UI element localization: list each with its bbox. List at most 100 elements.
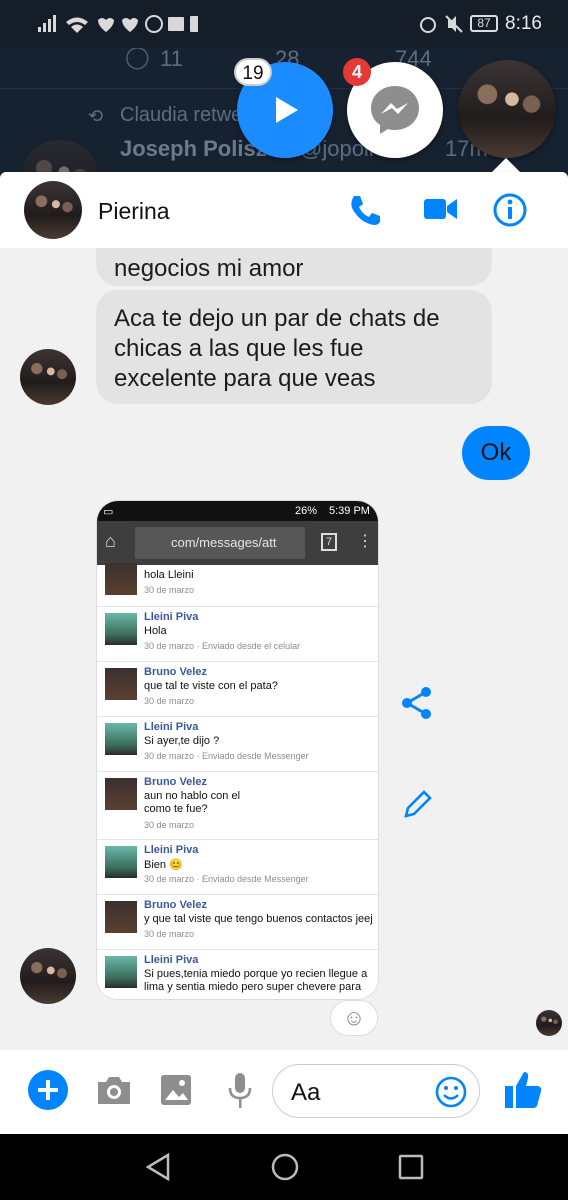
image-row-msg: aun no hablo con el bbox=[144, 790, 241, 802]
image-row-name: Bruno Velez bbox=[144, 776, 207, 788]
battery-icon: 87 bbox=[470, 15, 498, 32]
contact-avatar[interactable] bbox=[24, 181, 82, 239]
message-text: negocios mi amor bbox=[114, 255, 304, 282]
image-row: Bruno Velez que tal te viste con el pata?… bbox=[97, 662, 378, 717]
image-avatar bbox=[105, 563, 137, 595]
read-receipt-avatar bbox=[536, 1010, 562, 1036]
recents-icon[interactable] bbox=[398, 1154, 424, 1180]
clock: 8:16 bbox=[505, 13, 542, 34]
image-status-bar: ▭ 26% 5:39 PM bbox=[97, 501, 378, 521]
share-icon[interactable] bbox=[400, 686, 434, 720]
phone-icon[interactable] bbox=[346, 192, 382, 228]
image-row-name: Lleini Piva bbox=[144, 844, 199, 856]
image-row: Lleini Piva Si pues,tenia miedo porque yo… bbox=[97, 950, 378, 999]
image-row-msg: y que tal viste que tengo buenos contact… bbox=[144, 913, 373, 925]
image-avatar bbox=[105, 613, 137, 645]
image-row: hola Lleini 30 de marzo bbox=[97, 563, 378, 607]
image-browser-bar: ⌂ com/messages/att 7 ⋮ bbox=[97, 521, 378, 565]
contact-name[interactable]: Pierina bbox=[98, 198, 170, 225]
shared-image[interactable]: ▭ 26% 5:39 PM ⌂ com/messages/att 7 ⋮ hol… bbox=[96, 500, 379, 1000]
image-row-msg: Hola bbox=[144, 625, 167, 637]
image-row-msg: lima y sentia miedo pero super chevere p… bbox=[144, 981, 362, 993]
image-row-date: 30 de marzo bbox=[144, 929, 195, 939]
image-row-date: 30 de marzo · Enviado desde el celular bbox=[144, 641, 301, 651]
image-menu-icon: ⋮ bbox=[357, 533, 373, 550]
image-row-msg: Si pues,tenia miedo porque yo recien lle… bbox=[144, 968, 368, 980]
image-battery: 26% bbox=[295, 505, 318, 517]
image-avatar bbox=[105, 846, 137, 878]
chat-head-badge: 19 bbox=[234, 58, 272, 86]
image-row: Lleini Piva Hola 30 de marzo · Enviado des… bbox=[97, 607, 378, 662]
navigation-bar bbox=[0, 1134, 568, 1200]
image-avatar bbox=[105, 668, 137, 700]
image-row: Lleini Piva Bien 😊 30 de marzo · Enviado d… bbox=[97, 840, 378, 895]
plus-icon bbox=[38, 1080, 58, 1100]
like-icon[interactable] bbox=[504, 1070, 542, 1110]
chat-head-pointer bbox=[492, 158, 520, 172]
image-row-msg: hola Lleini bbox=[144, 569, 194, 581]
image-row-name: Bruno Velez bbox=[144, 666, 207, 678]
gallery-icon[interactable] bbox=[160, 1074, 192, 1106]
image-avatar bbox=[105, 956, 137, 988]
emoji-icon[interactable] bbox=[435, 1076, 467, 1108]
image-row-msg: como te fue? bbox=[144, 803, 208, 815]
edit-icon[interactable] bbox=[402, 788, 434, 820]
image-row-msg: Si ayer,te dijo ? bbox=[144, 735, 220, 747]
retweet-icon: ⟲ bbox=[88, 106, 104, 126]
image-status-icon: ▭ bbox=[103, 506, 114, 518]
battery-level: 87 bbox=[477, 16, 491, 30]
message-bubble[interactable]: negocios mi amor bbox=[96, 248, 492, 286]
play-icon bbox=[276, 97, 298, 123]
camera-icon[interactable] bbox=[96, 1074, 132, 1106]
chat-head-pierina[interactable] bbox=[458, 60, 556, 158]
conversation-header: Pierina bbox=[0, 172, 568, 248]
reply-count: 11 bbox=[160, 48, 183, 71]
message-text: excelente para que veas bbox=[114, 365, 376, 392]
image-avatar bbox=[105, 723, 137, 755]
add-button[interactable] bbox=[28, 1070, 68, 1110]
image-row-date: 30 de marzo · Enviado desde Messenger bbox=[144, 751, 309, 761]
sender-avatar bbox=[20, 948, 76, 1004]
image-row-name: Lleini Piva bbox=[144, 611, 199, 623]
image-row-date: 30 de marzo bbox=[144, 696, 195, 706]
image-row-name: Lleini Piva bbox=[144, 721, 199, 733]
outgoing-message-bubble[interactable]: Ok bbox=[462, 426, 530, 480]
message-input-placeholder: Aa bbox=[291, 1079, 321, 1106]
image-row: Bruno Velez y que tal viste que tengo bue… bbox=[97, 895, 378, 950]
comment-icon: ◯ bbox=[125, 48, 150, 69]
image-url-bar: com/messages/att bbox=[135, 527, 305, 559]
messenger-icon bbox=[371, 86, 419, 134]
image-time: 5:39 PM bbox=[329, 505, 370, 517]
image-avatar bbox=[105, 778, 137, 810]
alarm-mute-icons bbox=[420, 15, 463, 33]
image-url: com/messages/att bbox=[171, 535, 277, 550]
message-text: Aca te dejo un par de chats de bbox=[114, 305, 440, 332]
composer-bar: Aa bbox=[0, 1050, 568, 1134]
image-avatar bbox=[105, 901, 137, 933]
status-bar: 87 8:16 bbox=[0, 0, 568, 48]
add-reaction-button[interactable]: ☺ bbox=[330, 1000, 378, 1036]
message-text: chicas a las que les fue bbox=[114, 335, 364, 362]
notification-icons bbox=[38, 15, 198, 33]
sender-avatar bbox=[20, 349, 76, 405]
home-icon[interactable] bbox=[270, 1152, 300, 1182]
image-row-name: Lleini Piva bbox=[144, 954, 199, 966]
tweet-author: Joseph Polisz bbox=[120, 136, 267, 161]
message-bubble[interactable]: Aca te dejo un par de chats de chicas a … bbox=[96, 290, 492, 404]
back-icon[interactable] bbox=[144, 1152, 172, 1182]
image-row-date: 30 de marzo bbox=[144, 585, 195, 595]
microphone-icon[interactable] bbox=[228, 1072, 252, 1110]
image-row-date: 30 de marzo · Enviado desde Messenger bbox=[144, 874, 309, 884]
info-icon[interactable] bbox=[492, 192, 528, 228]
image-row-msg: que tal te viste con el pata? bbox=[144, 680, 278, 692]
image-row-name: Bruno Velez bbox=[144, 899, 207, 911]
image-home-icon: ⌂ bbox=[105, 531, 116, 551]
image-row-date: 30 de marzo bbox=[144, 820, 195, 830]
message-input[interactable]: Aa bbox=[272, 1064, 480, 1118]
chat-head-badge: 4 bbox=[343, 58, 371, 86]
tweet-avatar bbox=[20, 140, 100, 173]
reaction-icon: ☺ bbox=[342, 1005, 366, 1030]
image-tabs: 7 bbox=[321, 533, 337, 551]
video-call-icon[interactable] bbox=[424, 196, 458, 222]
image-row-msg: Bien 😊 bbox=[144, 859, 183, 871]
